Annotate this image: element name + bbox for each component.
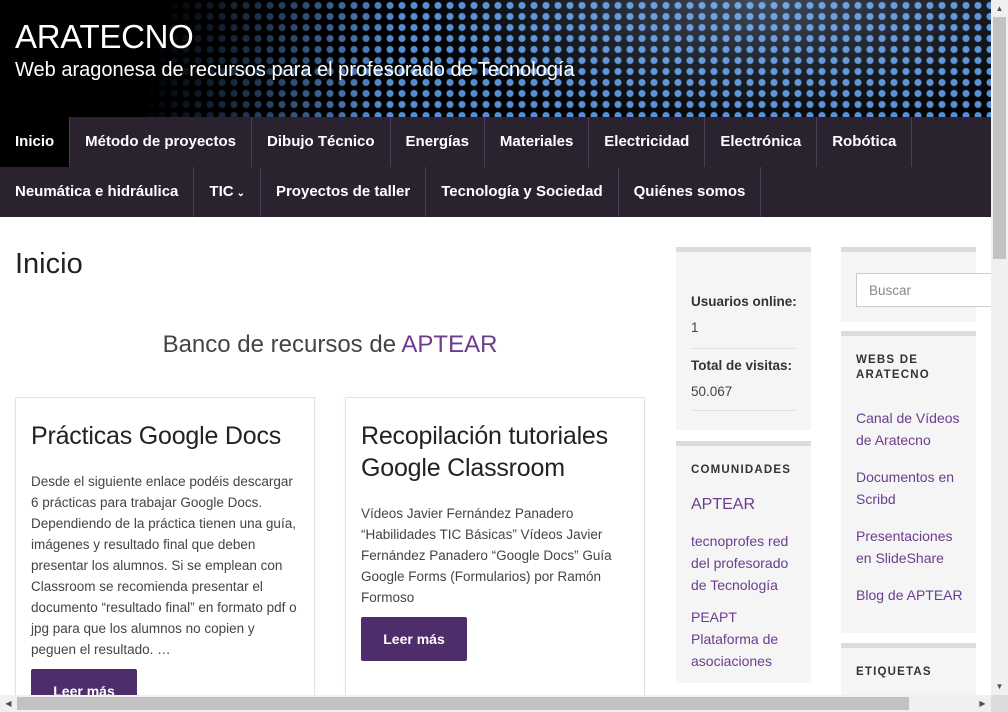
page-viewport: ARATECNO Web aragonesa de recursos para …: [0, 0, 991, 695]
horizontal-scrollbar[interactable]: ◀ ▶: [0, 695, 991, 712]
stats-widget: Usuarios online: 1 Total de visitas: 50.…: [676, 247, 811, 430]
etiquetas-widget: ETIQUETAS: [841, 643, 976, 695]
nav-item-inicio[interactable]: Inicio: [0, 117, 71, 167]
search-input[interactable]: [856, 273, 991, 307]
read-more-button[interactable]: Leer más: [361, 617, 467, 661]
chevron-down-icon: ⌄: [236, 188, 245, 199]
bank-heading: Banco de recursos de APTEAR: [15, 331, 645, 359]
nav-item-tic[interactable]: TIC ⌄: [194, 167, 261, 217]
nav-item-dibujo-tecnico[interactable]: Dibujo Técnico: [252, 117, 391, 167]
nav-item-quienes-somos[interactable]: Quiénes somos: [619, 167, 762, 217]
nav-item-electricidad[interactable]: Electricidad: [589, 117, 706, 167]
read-more-button[interactable]: Leer más: [31, 669, 137, 695]
nav-item-tic-label: TIC: [209, 183, 234, 200]
nav-item-proyectos-taller[interactable]: Proyectos de taller: [261, 167, 427, 217]
main-navigation: Inicio Método de proyectos Dibujo Técnic…: [0, 117, 991, 217]
total-visits-value: 50.067: [691, 384, 733, 399]
page-title: Inicio: [15, 248, 83, 280]
nav-item-neumatica[interactable]: Neumática e hidráulica: [0, 167, 195, 217]
aptear-link[interactable]: APTEAR: [401, 331, 497, 358]
link-tecnoprofes[interactable]: tecnoprofes red del profesorado de Tecno…: [691, 530, 801, 596]
nav-item-materiales[interactable]: Materiales: [485, 117, 590, 167]
nav-item-electronica[interactable]: Electrónica: [705, 117, 818, 167]
post-card: Recopilación tutoriales Google Classroom…: [345, 397, 645, 695]
post-excerpt: Vídeos Javier Fernández Panadero “Habili…: [361, 506, 612, 605]
link-canal-videos[interactable]: Canal de Vídeos de Aratecno: [856, 407, 966, 451]
nav-row-2: Neumática e hidráulica TIC ⌄ Proyectos de…: [0, 167, 762, 217]
post-card: Prácticas Google Docs Desde el siguiente…: [15, 397, 315, 695]
link-slideshare[interactable]: Presentaciones en SlideShare: [856, 525, 966, 569]
nav-row-1: Inicio Método de proyectos Dibujo Técnic…: [0, 117, 913, 167]
site-title[interactable]: ARATECNO: [15, 18, 194, 56]
comunidades-widget: COMUNIDADES APTEAR tecnoprofes red del p…: [676, 441, 811, 683]
link-aptear[interactable]: APTEAR: [691, 494, 801, 516]
nav-item-energias[interactable]: Energías: [391, 117, 485, 167]
site-description: Web aragonesa de recursos para el profes…: [15, 59, 575, 81]
stats-divider: [691, 348, 796, 349]
post-title[interactable]: Recopilación tutoriales Google Classroom: [361, 420, 641, 484]
vertical-scroll-thumb[interactable]: [993, 17, 1006, 259]
widget-title: COMUNIDADES: [691, 464, 792, 476]
vertical-scrollbar[interactable]: ▲ ▼: [991, 0, 1008, 695]
search-widget: [841, 247, 991, 322]
stats-divider: [691, 410, 796, 411]
nav-item-robotica[interactable]: Robótica: [817, 117, 913, 167]
site-header: ARATECNO Web aragonesa de recursos para …: [0, 0, 991, 117]
post-excerpt: Desde el siguiente enlace podéis descarg…: [31, 474, 297, 657]
scroll-left-arrow-icon[interactable]: ◀: [0, 695, 17, 712]
link-blog-aptear[interactable]: Blog de APTEAR: [856, 584, 966, 606]
widget-title: ETIQUETAS: [856, 666, 932, 678]
scroll-up-arrow-icon[interactable]: ▲: [991, 0, 1008, 17]
online-users-label: Usuarios online:: [691, 294, 797, 309]
webs-widget: WEBS DE ARATECNO Canal de Vídeos de Arat…: [841, 331, 976, 633]
scrollbar-corner: [991, 695, 1008, 712]
link-peapt[interactable]: PEAPT Plataforma de asociaciones: [691, 606, 801, 672]
widget-title: WEBS DE ARATECNO: [856, 354, 930, 381]
horizontal-scroll-thumb[interactable]: [17, 697, 909, 710]
total-visits-label: Total de visitas:: [691, 358, 793, 373]
scroll-down-arrow-icon[interactable]: ▼: [991, 678, 1008, 695]
scroll-right-arrow-icon[interactable]: ▶: [974, 695, 991, 712]
bank-heading-prefix: Banco de recursos de: [162, 331, 402, 358]
link-scribd[interactable]: Documentos en Scribd: [856, 466, 966, 510]
nav-item-tecnologia-sociedad[interactable]: Tecnología y Sociedad: [426, 167, 619, 217]
post-title[interactable]: Prácticas Google Docs: [31, 420, 311, 452]
online-users-value: 1: [691, 320, 699, 335]
nav-item-metodo-proyectos[interactable]: Método de proyectos: [70, 117, 253, 167]
